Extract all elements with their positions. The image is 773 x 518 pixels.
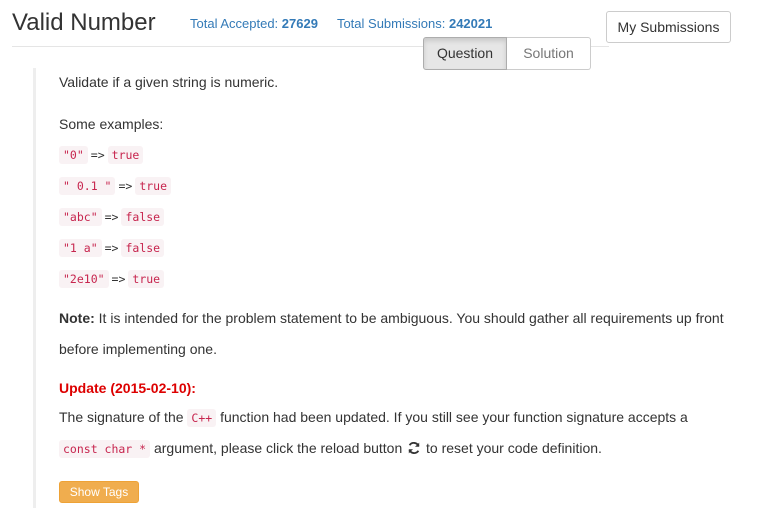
note-line: Note: It is intended for the problem sta…	[59, 310, 724, 326]
example-arrow: =>	[118, 179, 133, 193]
example-input: "1 a"	[59, 239, 102, 257]
code-const-char: const char *	[59, 440, 151, 458]
update-line: The signature of the C++ function had be…	[59, 409, 688, 427]
example-input: "abc"	[59, 208, 102, 226]
tab-question[interactable]: Question	[423, 37, 507, 70]
example-arrow: =>	[104, 210, 119, 224]
example-arrow: =>	[104, 241, 119, 255]
example-output: true	[107, 146, 144, 164]
total-accepted-label: Total Accepted:	[190, 16, 279, 31]
example-row: "abc" => false	[59, 208, 165, 226]
update-text: to reset your code definition.	[422, 440, 602, 456]
page-title: Valid Number	[12, 9, 156, 36]
reload-icon[interactable]	[407, 441, 421, 455]
total-submissions-label: Total Submissions:	[336, 16, 446, 31]
update-heading: Update (2015-02-10):	[59, 380, 196, 396]
example-input: "0"	[59, 146, 88, 164]
code-cpp: C++	[187, 409, 217, 427]
note-text: It is intended for the problem statement…	[94, 310, 724, 326]
example-output: true	[135, 177, 172, 195]
example-arrow: =>	[111, 272, 126, 286]
update-text: function had been updated. If you still …	[216, 409, 688, 425]
problem-header: Valid Number Total Accepted: 27629 Total …	[0, 0, 773, 50]
show-tags-button[interactable]: Show Tags	[59, 481, 139, 503]
examples-label: Some examples:	[59, 116, 164, 132]
problem-stats: Total Accepted: 27629 Total Submissions: …	[190, 16, 492, 31]
note-line-2: before implementing one.	[59, 341, 217, 357]
example-input: "2e10"	[59, 270, 109, 288]
example-output: false	[121, 208, 165, 226]
my-submissions-button[interactable]: My Submissions	[606, 11, 731, 43]
example-row: "1 a" => false	[59, 239, 165, 257]
total-submissions-value: 242021	[448, 16, 493, 31]
update-text: The signature of the	[59, 409, 188, 425]
note-label: Note:	[59, 310, 95, 326]
intro-text: Validate if a given string is numeric.	[59, 74, 279, 90]
example-input: " 0.1 "	[59, 177, 116, 195]
example-arrow: =>	[90, 148, 105, 162]
example-output: true	[128, 270, 165, 288]
problem-description: Validate if a given string is numeric. S…	[33, 68, 766, 508]
example-row: " 0.1 " => true	[59, 177, 172, 195]
example-row: "0" => true	[59, 146, 144, 164]
update-text: argument, please click the reload button	[150, 440, 407, 456]
example-row: "2e10" => true	[59, 270, 165, 288]
update-line-2: const char * argument, please click the …	[59, 440, 602, 458]
total-accepted-value: 27629	[281, 16, 318, 31]
tab-solution[interactable]: Solution	[507, 37, 591, 70]
example-output: false	[121, 239, 165, 257]
